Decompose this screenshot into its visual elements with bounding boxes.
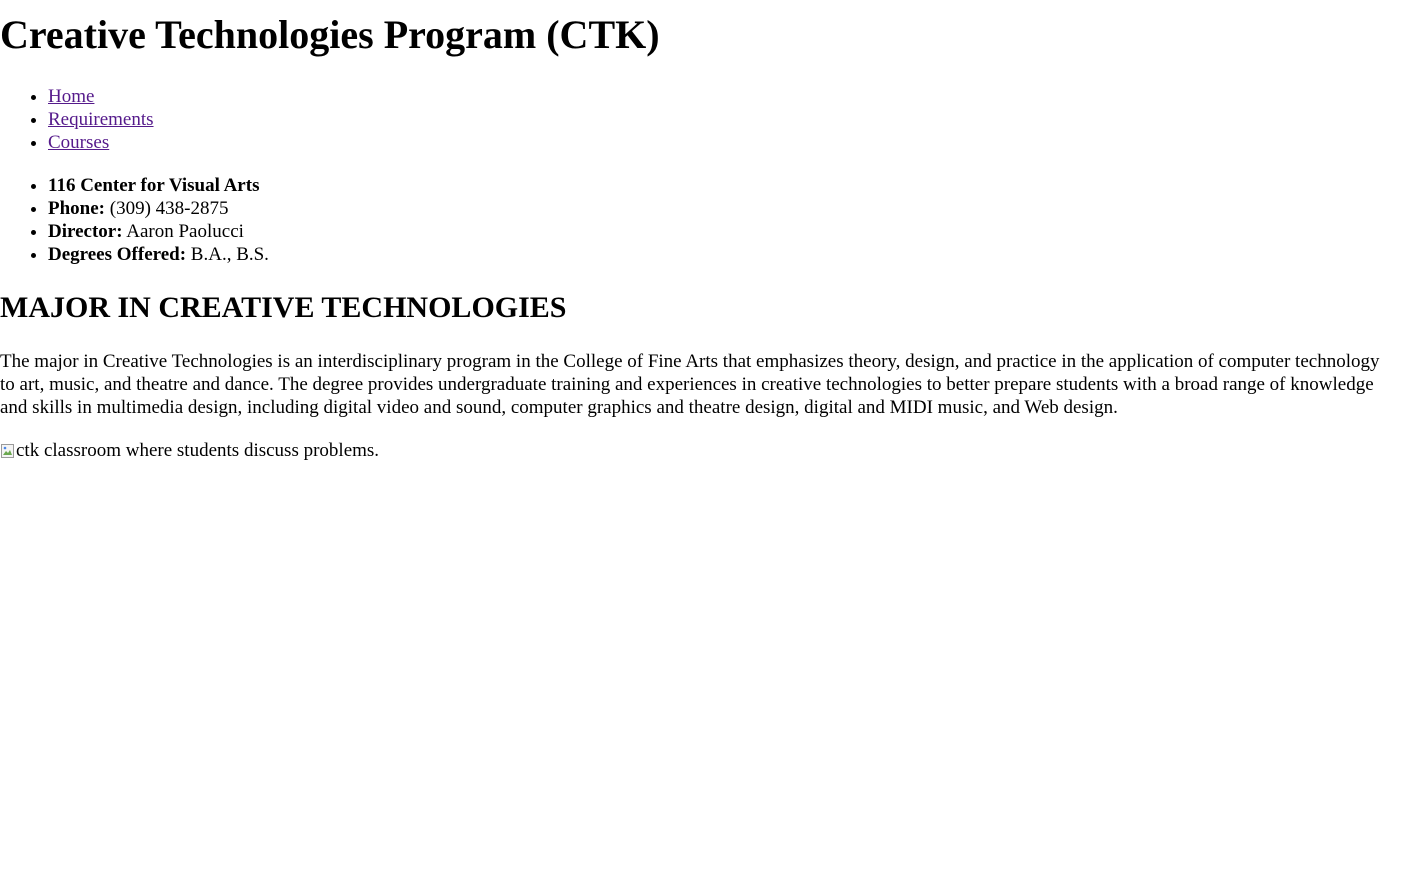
- phone-item: Phone: (309) 438-2875: [48, 197, 1410, 220]
- nav-item-requirements: Requirements: [48, 108, 1410, 131]
- location-text: 116 Center for Visual Arts: [48, 175, 260, 196]
- director-label: Director:: [48, 221, 123, 242]
- image-alt-text: ctk classroom where students discuss pro…: [16, 440, 380, 461]
- nav-item-home: Home: [48, 85, 1410, 108]
- location-item: 116 Center for Visual Arts: [48, 174, 1410, 197]
- nav-item-courses: Courses: [48, 131, 1410, 154]
- major-heading: MAJOR IN CREATIVE TECHNOLOGIES: [0, 291, 567, 324]
- degrees-value: B.A., B.S.: [186, 244, 269, 265]
- broken-image-icon: [0, 443, 16, 459]
- degrees-item: Degrees Offered: B.A., B.S.: [48, 243, 1410, 266]
- home-link[interactable]: Home: [48, 86, 94, 107]
- requirements-link[interactable]: Requirements: [48, 109, 154, 130]
- phone-label: Phone:: [48, 198, 105, 219]
- site-nav: Home Requirements Courses: [0, 85, 1410, 154]
- program-info: 116 Center for Visual Arts Phone: (309) …: [0, 174, 1410, 266]
- page-title: Creative Technologies Program (CTK): [0, 12, 660, 57]
- classroom-image: ctk classroom where students discuss pro…: [0, 439, 1410, 462]
- director-item: Director: Aaron Paolucci: [48, 220, 1410, 243]
- courses-link[interactable]: Courses: [48, 132, 109, 153]
- director-value: Aaron Paolucci: [122, 221, 244, 242]
- major-description: The major in Creative Technologies is an…: [0, 351, 1380, 418]
- phone-value: (309) 438-2875: [105, 198, 229, 219]
- degrees-label: Degrees Offered:: [48, 244, 187, 265]
